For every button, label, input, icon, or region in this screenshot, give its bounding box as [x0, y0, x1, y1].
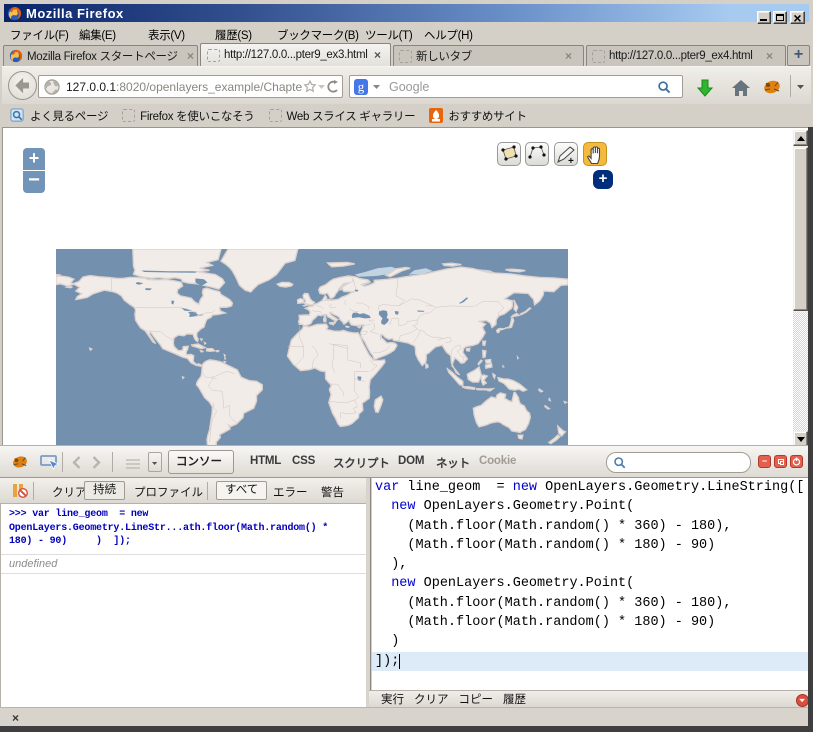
svg-text:+: +	[568, 156, 574, 165]
